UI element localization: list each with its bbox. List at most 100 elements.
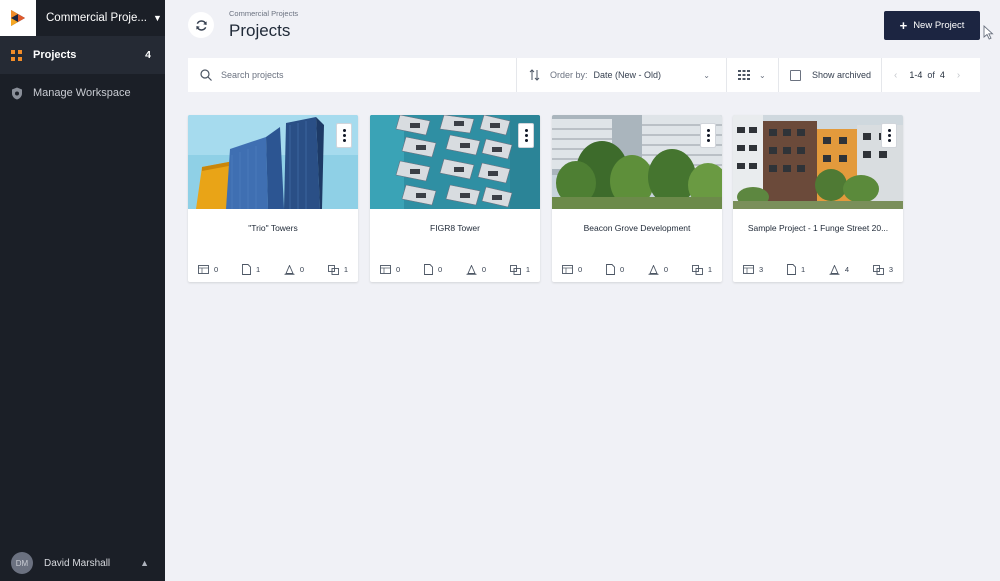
pager-of: of xyxy=(927,70,935,80)
issues-count: 1 xyxy=(707,265,712,274)
sheets-icon xyxy=(743,265,754,274)
card-menu-button[interactable] xyxy=(881,123,897,148)
project-thumbnail xyxy=(370,115,540,209)
cone-icon xyxy=(648,264,659,275)
sidebar-item-projects[interactable]: Projects 4 xyxy=(0,36,165,74)
sheets-stat: 0 xyxy=(380,264,400,275)
card-menu-button[interactable] xyxy=(518,123,534,148)
models-count: 0 xyxy=(481,265,487,274)
projects-count: 4 xyxy=(145,49,151,61)
sheets-count: 0 xyxy=(578,265,583,274)
documents-count: 0 xyxy=(619,265,625,274)
pager-total: 4 xyxy=(939,70,945,80)
issues-count: 1 xyxy=(525,265,530,274)
project-card[interactable]: "Trio" Towers 0 1 0 1 xyxy=(188,115,358,282)
issues-count: 1 xyxy=(343,265,348,274)
documents-stat: 0 xyxy=(605,264,625,275)
document-icon xyxy=(423,264,433,275)
cone-icon xyxy=(829,264,840,275)
pager-range: 1-4 xyxy=(909,70,923,80)
search-input[interactable]: Search projects xyxy=(188,58,517,92)
card-menu-button[interactable] xyxy=(700,123,716,148)
new-project-label: New Project xyxy=(913,20,965,31)
plus-icon: + xyxy=(899,18,908,33)
shield-gear-icon xyxy=(10,87,23,100)
search-icon xyxy=(200,69,212,81)
issues-stat: 1 xyxy=(509,264,530,275)
project-toolbar: Search projects Order by: Date (New - Ol… xyxy=(188,58,980,92)
project-stats: 0 0 0 1 xyxy=(380,264,530,275)
sheets-stat: 0 xyxy=(198,264,218,275)
sort-icon xyxy=(529,69,540,81)
grid-icon xyxy=(10,49,23,62)
show-archived-toggle[interactable]: Show archived xyxy=(779,58,882,92)
order-by-select[interactable]: Order by: Date (New - Old) ⌄ xyxy=(517,58,727,92)
issues-stat: 3 xyxy=(872,264,893,275)
project-stats: 0 1 0 1 xyxy=(198,264,348,275)
sheets-count: 3 xyxy=(759,265,764,274)
document-icon xyxy=(241,264,251,275)
project-title[interactable]: "Trio" Towers xyxy=(194,223,352,233)
models-count: 0 xyxy=(663,265,669,274)
app-logo xyxy=(0,0,36,36)
cone-icon xyxy=(466,264,477,275)
grid-view-icon xyxy=(738,70,750,80)
documents-stat: 0 xyxy=(423,264,443,275)
sheets-stat: 3 xyxy=(743,264,763,275)
sheets-icon xyxy=(562,265,573,274)
project-thumbnail xyxy=(733,115,903,209)
sheets-icon xyxy=(380,265,391,274)
refresh-button[interactable] xyxy=(188,12,214,38)
models-count: 4 xyxy=(844,265,850,274)
search-placeholder: Search projects xyxy=(221,70,284,80)
issues-icon xyxy=(691,264,703,275)
issues-icon xyxy=(327,264,339,275)
breadcrumb[interactable]: Commercial Projects xyxy=(229,9,298,18)
next-page-icon[interactable]: › xyxy=(957,70,960,81)
workspace-switcher[interactable]: Commercial Proje... ▼ xyxy=(0,0,165,36)
chevron-down-icon: ⌄ xyxy=(759,70,766,80)
chevron-up-icon[interactable]: ▲ xyxy=(140,558,149,568)
project-title[interactable]: FIGR8 Tower xyxy=(376,223,534,233)
chevron-down-icon: ⌄ xyxy=(703,70,710,80)
prev-page-icon[interactable]: ‹ xyxy=(894,70,897,81)
sidebar-item-label: Manage Workspace xyxy=(33,87,131,99)
project-card[interactable]: FIGR8 Tower 0 0 0 1 xyxy=(370,115,540,282)
new-project-button[interactable]: + New Project xyxy=(884,11,980,40)
user-menu[interactable]: DM David Marshall ▲ xyxy=(0,545,165,581)
models-stat: 0 xyxy=(284,264,304,275)
models-count: 0 xyxy=(299,265,305,274)
models-stat: 4 xyxy=(829,264,849,275)
order-by-label: Order by: xyxy=(550,70,588,80)
models-stat: 0 xyxy=(466,264,486,275)
project-thumbnail xyxy=(552,115,722,209)
sidebar: Commercial Proje... ▼ Projects 4 Manage … xyxy=(0,0,165,581)
document-icon xyxy=(605,264,615,275)
document-icon xyxy=(786,264,796,275)
documents-count: 0 xyxy=(437,265,443,274)
sidebar-item-label: Projects xyxy=(33,49,77,61)
documents-stat: 1 xyxy=(241,264,260,275)
issues-count: 3 xyxy=(888,265,893,274)
project-card[interactable]: Sample Project - 1 Funge Street 20... 3 … xyxy=(733,115,903,282)
issues-stat: 1 xyxy=(691,264,712,275)
documents-stat: 1 xyxy=(786,264,805,275)
show-archived-label: Show archived xyxy=(812,70,872,80)
workspace-name[interactable]: Commercial Proje... xyxy=(46,12,147,24)
issues-stat: 1 xyxy=(327,264,348,275)
refresh-icon xyxy=(195,19,207,31)
mouse-cursor-icon xyxy=(983,25,994,40)
card-menu-button[interactable] xyxy=(336,123,352,148)
show-archived-checkbox[interactable] xyxy=(790,69,801,81)
sheets-count: 0 xyxy=(396,265,401,274)
issues-icon xyxy=(509,264,521,275)
chevron-down-icon[interactable]: ▼ xyxy=(153,13,162,23)
view-mode-select[interactable]: ⌄ xyxy=(727,58,779,92)
sheets-count: 0 xyxy=(214,265,219,274)
sheets-stat: 0 xyxy=(562,264,582,275)
sidebar-item-manage-workspace[interactable]: Manage Workspace xyxy=(0,74,165,112)
pagination: ‹ 1-4 of 4 › xyxy=(882,58,980,92)
project-title[interactable]: Sample Project - 1 Funge Street 20... xyxy=(739,223,897,233)
project-title[interactable]: Beacon Grove Development xyxy=(558,223,716,233)
project-card[interactable]: Beacon Grove Development 0 0 0 1 xyxy=(552,115,722,282)
